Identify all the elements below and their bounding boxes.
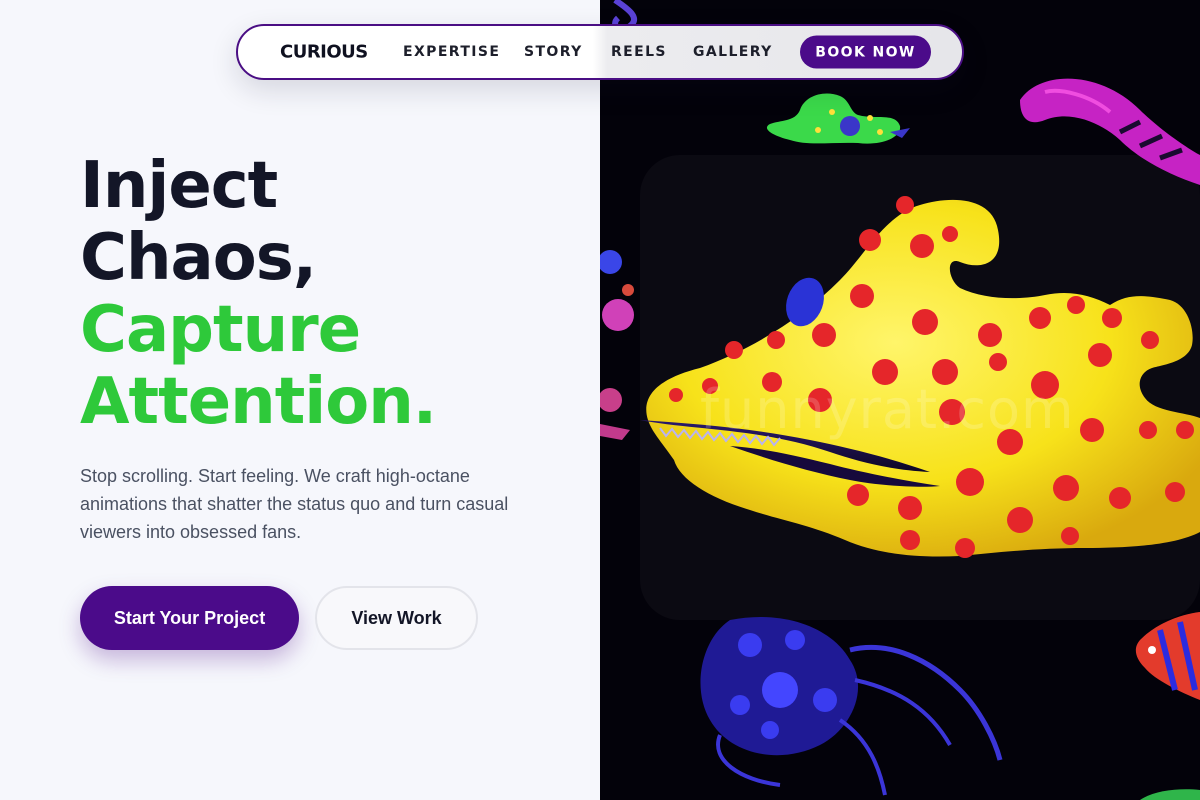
book-now-button[interactable]: BOOK NOW (800, 35, 931, 69)
blue-creature-icon (700, 616, 1003, 796)
yellow-creature-illustration (600, 0, 1200, 800)
headline-line-4: Attention. (80, 365, 437, 439)
nav-link-gallery[interactable]: GALLERY (693, 44, 773, 60)
nav-link-reels[interactable]: REELS (611, 44, 667, 60)
headline-line-2: Chaos, (80, 221, 317, 295)
brand-logo[interactable]: CURIOUS (280, 42, 368, 63)
green-critter-icon (766, 93, 910, 144)
nav-link-story[interactable]: STORY (524, 44, 583, 60)
top-navigation: CURIOUS EXPERTISE STORY REELS GALLERY BO… (236, 24, 964, 80)
headline-line-3: Capture (80, 293, 361, 367)
start-project-button[interactable]: Start Your Project (80, 586, 299, 650)
nav-link-expertise[interactable]: EXPERTISE (403, 44, 500, 60)
headline-line-1: Inject (80, 149, 278, 223)
striped-fish-icon (1135, 612, 1200, 700)
hero-artwork-panel: funnyrat.com (600, 0, 1200, 800)
view-work-button[interactable]: View Work (315, 586, 478, 650)
hero-description: Stop scrolling. Start feeling. We craft … (80, 466, 509, 542)
hero-headline: Inject Chaos, Capture Attention. (80, 149, 437, 439)
